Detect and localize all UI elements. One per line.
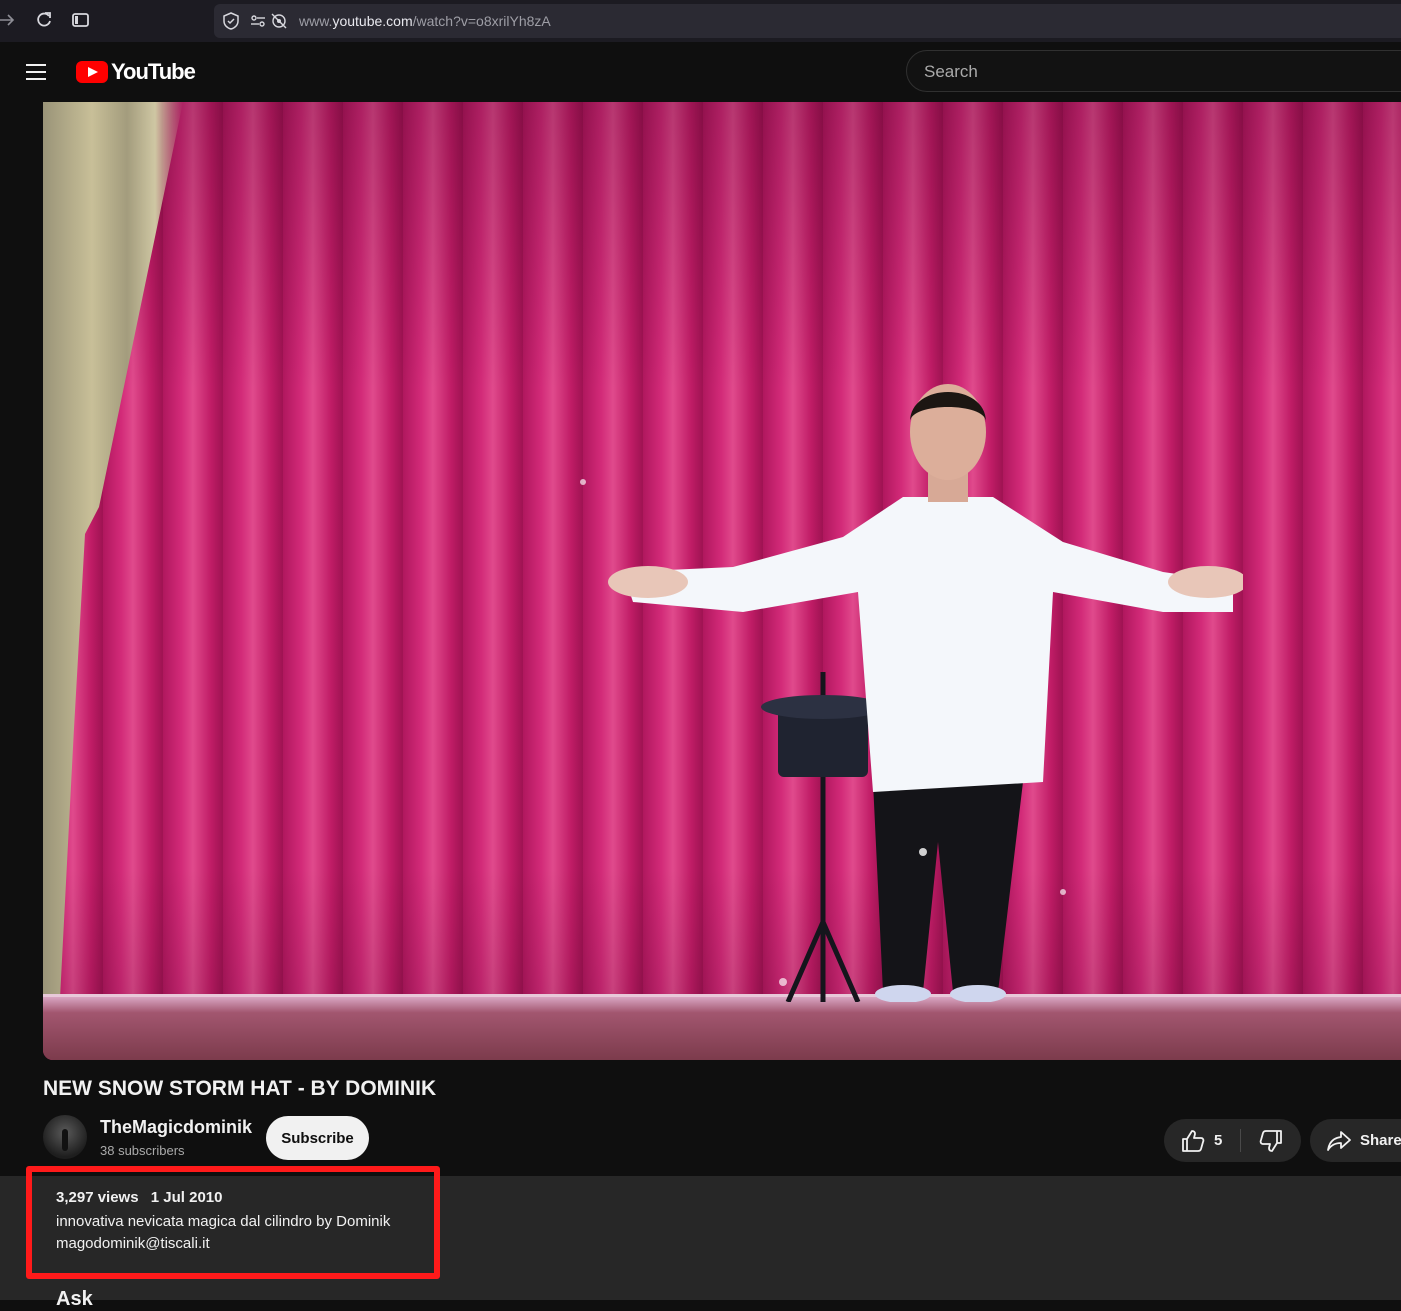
- shield-icon[interactable]: [223, 12, 239, 35]
- like-button[interactable]: 5: [1164, 1119, 1242, 1162]
- forward-icon[interactable]: [0, 10, 16, 34]
- channel-avatar[interactable]: [43, 1115, 87, 1159]
- like-divider: [1240, 1129, 1241, 1152]
- dislike-button[interactable]: [1242, 1119, 1301, 1162]
- reload-icon[interactable]: [35, 10, 53, 34]
- youtube-play-icon: [76, 61, 108, 83]
- video-title: NEW SNOW STORM HAT - BY DOMINIK: [43, 1077, 437, 1100]
- sidebar-toggle-icon[interactable]: [72, 10, 90, 34]
- thumbs-down-icon: [1259, 1130, 1282, 1152]
- like-dislike-group: 5: [1164, 1119, 1301, 1162]
- url-text: www.youtube.com/watch?v=o8xrilYh8zA: [299, 13, 551, 29]
- search-input[interactable]: Search: [906, 50, 1401, 92]
- share-arrow-icon: [1327, 1131, 1351, 1151]
- highlight-annotation-box: [26, 1166, 440, 1279]
- youtube-logo[interactable]: YouTube: [76, 58, 196, 86]
- subscribe-button[interactable]: Subscribe: [266, 1116, 369, 1160]
- share-button[interactable]: Share: [1310, 1119, 1401, 1162]
- video-frame-stage: [43, 997, 1401, 1060]
- youtube-header: YouTube Search: [0, 42, 1401, 102]
- thumbs-up-icon: [1182, 1130, 1205, 1152]
- left-gutter: [0, 102, 43, 1300]
- channel-name[interactable]: TheMagicdominik: [100, 1117, 252, 1138]
- permissions-icon[interactable]: [250, 12, 266, 35]
- logo-text: YouTube: [111, 59, 196, 84]
- hamburger-menu-icon[interactable]: [24, 60, 48, 84]
- search-placeholder: Search: [924, 62, 978, 81]
- share-label: Share: [1360, 1132, 1401, 1149]
- video-player[interactable]: [43, 102, 1401, 1060]
- like-count: 5: [1214, 1132, 1223, 1149]
- subscriber-count: 38 subscribers: [100, 1143, 185, 1158]
- address-bar[interactable]: www.youtube.com/watch?v=o8xrilYh8zA: [214, 4, 1401, 38]
- video-frame-magician: [580, 384, 1243, 1002]
- tracking-blocked-icon[interactable]: [270, 12, 288, 35]
- browser-toolbar: www.youtube.com/watch?v=o8xrilYh8zA: [0, 0, 1401, 42]
